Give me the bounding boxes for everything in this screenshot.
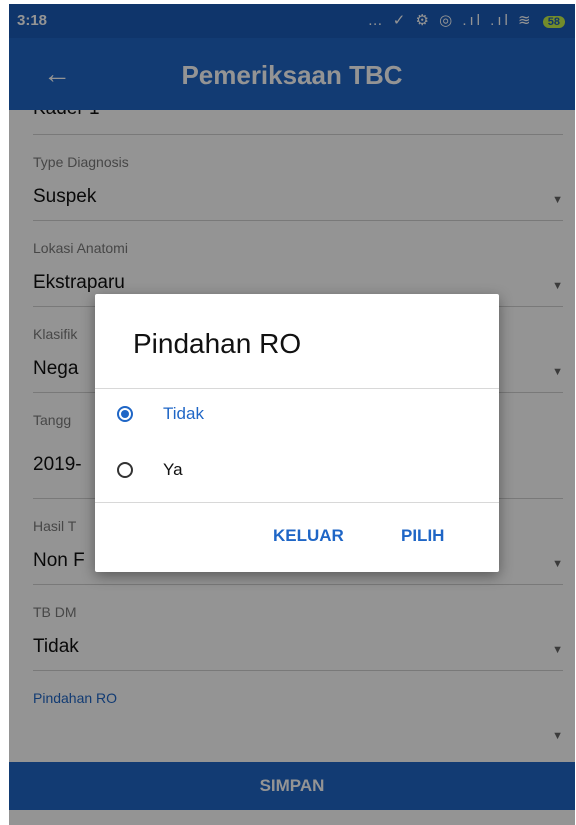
pindahan-ro-dialog: Pindahan RO Tidak Ya KELUAR PILIH — [95, 294, 499, 572]
cancel-button[interactable]: KELUAR — [273, 526, 344, 546]
phone-screen: 3:18 … ✓ ⚙ ◎ .ıl .ıl ≋ 58 ← Pemeriksaan … — [9, 4, 575, 825]
dialog-divider — [95, 388, 499, 389]
option-label: Tidak — [163, 404, 204, 423]
option-ya[interactable]: Ya — [117, 452, 477, 492]
radio-checked-icon[interactable] — [117, 406, 133, 422]
option-label: Ya — [163, 460, 183, 479]
option-tidak[interactable]: Tidak — [117, 396, 477, 436]
dialog-title: Pindahan RO — [133, 328, 302, 359]
confirm-button[interactable]: PILIH — [401, 526, 444, 546]
dialog-divider — [95, 502, 499, 503]
radio-unchecked-icon[interactable] — [117, 462, 133, 478]
